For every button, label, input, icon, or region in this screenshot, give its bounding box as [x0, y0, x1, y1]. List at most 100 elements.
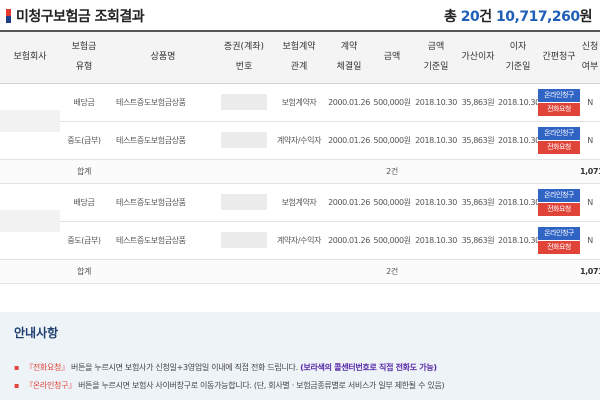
interest-date: 2018.10.30 [498, 183, 538, 222]
col-header: 이자 기준일 [498, 30, 538, 84]
col-header: 보험금 유형 [60, 30, 108, 84]
quick-claim-cell: 온라인청구 전화요청 [538, 121, 580, 160]
insurer-cell [0, 83, 60, 160]
policy-number-cell [218, 183, 270, 222]
subtotal-total: 1,071,726원 [580, 259, 600, 284]
table-header-row: 보험회사 보험금 유형 상품명 증권(계좌) 번호 보험계약 관계 계약 체결일 금액 … [0, 30, 600, 84]
claim-type: 중도(급부) [60, 221, 108, 260]
result-summary: 총 20건 10,717,260원 [444, 6, 593, 26]
claim-type: 중도(급부) [60, 121, 108, 160]
notice-panel: 안내사항 ▪ 『전화요청』 버튼을 누르시면 보험사가 신청일+3영업일 이내에 … [0, 312, 600, 400]
subtotal-count: 2건 [370, 259, 414, 284]
amount: 500,000원 [370, 183, 414, 222]
interest-date: 2018.10.30 [498, 121, 538, 160]
notice-text-online: 버튼을 누르시면 보험사 사이버창구로 이동가능합니다. (단, 회사별 · 보… [75, 381, 445, 390]
interest: 35,863원 [458, 83, 498, 122]
amount-date: 2018.10.30 [414, 183, 458, 222]
col-header: 신청 여부 [580, 30, 600, 84]
amount: 500,000원 [370, 221, 414, 260]
product-name: 테스트증도보험금상품 [108, 221, 218, 260]
policy-number-masked [221, 194, 267, 210]
bullet-icon: ▪ [14, 363, 20, 372]
subtotal-row: 합계 2건 1,071,726원 [0, 159, 600, 184]
contract-date: 2000.01.26 [328, 183, 370, 222]
col-header: 계약 체결일 [328, 30, 370, 84]
col-header: 금액 [370, 30, 414, 84]
interest: 35,863원 [458, 221, 498, 260]
summary-prefix: 총 [444, 9, 461, 25]
contract-relation: 보험계약자 [270, 183, 328, 222]
amount: 500,000원 [370, 83, 414, 122]
interest-date: 2018.10.30 [498, 83, 538, 122]
product-name: 테스트증도보험금상품 [108, 183, 218, 222]
phone-request-button[interactable]: 전화요청 [538, 102, 580, 116]
table-row: 배당금 테스트증도보험금상품 보험계약자 2000.01.26 500,000원… [0, 183, 600, 260]
interest-date: 2018.10.30 [498, 221, 538, 260]
col-header: 가산이자 [458, 30, 498, 84]
policy-number-cell [218, 221, 270, 260]
notice-tag-online: 『온라인청구』 [25, 381, 76, 390]
col-header: 간편청구 [538, 30, 580, 84]
subtotal-label: 합계 [60, 159, 108, 184]
col-header: 상품명 [108, 30, 218, 84]
applied-status: N [580, 183, 600, 222]
subtotal-row: 합계 2건 1,071,726원 [0, 259, 600, 284]
notice-tag-phone: 『전화요청』 [25, 363, 69, 372]
interest: 35,863원 [458, 121, 498, 160]
insurer-cell [0, 183, 60, 260]
online-claim-button[interactable]: 온라인청구 [538, 88, 580, 102]
phone-request-button[interactable]: 전화요청 [538, 140, 580, 154]
applied-status: N [580, 121, 600, 160]
notice-text-phone: 버튼을 누르시면 보험사가 신청일+3영업일 이내에 직접 전화 드립니다. [68, 363, 301, 372]
amount: 500,000원 [370, 121, 414, 160]
col-header: 보험계약 관계 [270, 30, 328, 84]
policy-number-masked [221, 232, 267, 248]
bullet-icon: ▪ [14, 381, 20, 390]
table-row: 배당금 테스트증도보험금상품 보험계약자 2000.01.26 500,000원… [0, 83, 600, 160]
product-name: 테스트증도보험금상품 [108, 121, 218, 160]
subtotal-count: 2건 [370, 159, 414, 184]
contract-relation: 보험계약자 [270, 83, 328, 122]
contract-relation: 계약자/수익자 [270, 221, 328, 260]
contract-date: 2000.01.26 [328, 121, 370, 160]
col-header: 금액 기준일 [414, 30, 458, 84]
online-claim-button[interactable]: 온라인청구 [538, 226, 580, 240]
quick-claim-cell: 온라인청구 전화요청 [538, 183, 580, 222]
online-claim-button[interactable]: 온라인청구 [538, 126, 580, 140]
results-table: 보험회사 보험금 유형 상품명 증권(계좌) 번호 보험계약 관계 계약 체결일 금액 … [0, 30, 600, 284]
policy-number-cell [218, 83, 270, 122]
applied-status: N [580, 221, 600, 260]
contract-relation: 계약자/수익자 [270, 121, 328, 160]
product-name: 테스트증도보험금상품 [108, 83, 218, 122]
result-total: 10,717,260 [496, 9, 580, 25]
col-header: 증권(계좌) 번호 [218, 30, 270, 84]
policy-number-masked [221, 94, 267, 110]
online-claim-button[interactable]: 온라인청구 [538, 188, 580, 202]
quick-claim-cell: 온라인청구 전화요청 [538, 83, 580, 122]
count-unit: 건 [479, 9, 497, 25]
notice-line-phone: ▪ 『전화요청』 버튼을 누르시면 보험사가 신청일+3영업일 이내에 직접 전화… [14, 362, 437, 373]
notice-callcenter-note: (보라색의 콜센터번호로 직접 전화도 가능) [300, 363, 437, 372]
policy-number-masked [221, 132, 267, 148]
amount-date: 2018.10.30 [414, 121, 458, 160]
title-marker-icon [6, 9, 11, 23]
amount-date: 2018.10.30 [414, 83, 458, 122]
phone-request-button[interactable]: 전화요청 [538, 202, 580, 216]
interest: 35,863원 [458, 183, 498, 222]
quick-claim-cell: 온라인청구 전화요청 [538, 221, 580, 260]
phone-request-button[interactable]: 전화요청 [538, 240, 580, 254]
result-count: 20 [460, 9, 480, 25]
results-header: 미청구보험금 조회결과 총 20건 10,717,260원 [0, 0, 600, 32]
table-row: 중도(급부) 테스트증도보험금상품 계약자/수익자 2000.01.26 500… [0, 221, 600, 260]
insurer-logo-placeholder [0, 210, 60, 232]
subtotal-label: 합계 [60, 259, 108, 284]
applied-status: N [580, 83, 600, 122]
claim-type: 배당금 [60, 83, 108, 122]
contract-date: 2000.01.26 [328, 83, 370, 122]
table-row: 중도(급부) 테스트증도보험금상품 계약자/수익자 2000.01.26 500… [0, 121, 600, 160]
page-title: 미청구보험금 조회결과 [16, 9, 145, 25]
amount-date: 2018.10.30 [414, 221, 458, 260]
insurer-logo-placeholder [0, 110, 60, 132]
col-header: 보험회사 [0, 30, 60, 84]
notice-title: 안내사항 [14, 326, 59, 340]
